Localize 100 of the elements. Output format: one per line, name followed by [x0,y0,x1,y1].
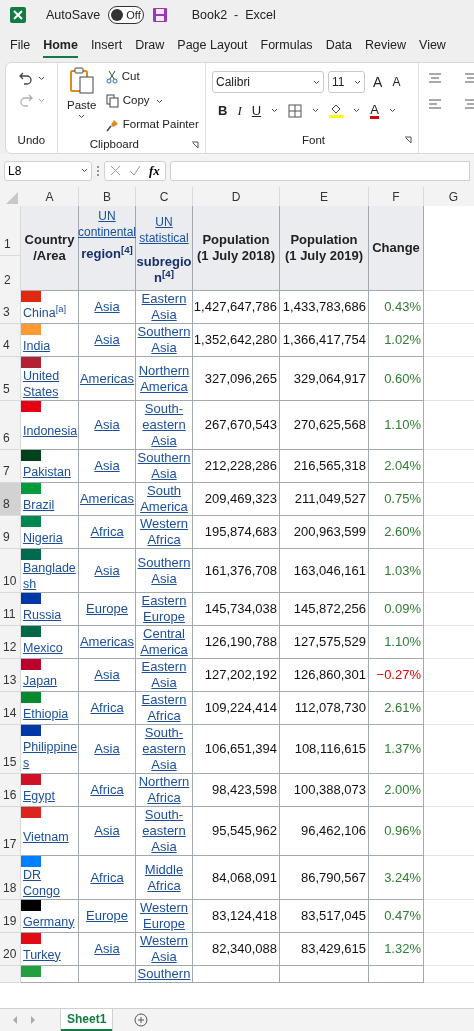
formula-input[interactable] [169,160,470,181]
format-painter-button[interactable]: Format Painter [105,114,199,136]
row-header[interactable]: 11 [0,593,21,626]
country-link[interactable]: Germany [23,913,75,930]
underline-button[interactable]: U [251,101,262,121]
continent-link[interactable]: Asia [94,741,120,757]
caret-icon[interactable] [81,168,88,173]
shrink-font-button[interactable]: A [392,73,401,91]
continent-link[interactable]: Asia [94,667,120,683]
bold-button[interactable]: B [218,101,228,121]
row-header[interactable]: 7 [0,450,21,483]
menu-tab[interactable]: Draw [135,34,165,58]
grow-font-button[interactable]: A [373,71,383,93]
row-header[interactable]: 10 [0,549,21,593]
continent-link[interactable]: Europe [86,908,128,924]
subregion-link[interactable]: Central America [137,626,191,658]
country-link[interactable]: DR Congo [23,867,78,899]
continent-link[interactable]: Africa [90,869,124,886]
country-link[interactable]: Brazil [23,496,55,513]
enter-check-icon[interactable] [129,165,141,176]
caret-icon[interactable] [353,108,361,114]
add-sheet-icon[interactable] [134,1013,149,1027]
row-header[interactable]: 4 [0,324,21,357]
row-header[interactable]: 8 [0,483,21,516]
country-link[interactable]: Bangladesh [23,560,78,592]
cut-button[interactable]: Cut [105,66,199,88]
cancel-icon[interactable] [110,165,121,176]
country-link[interactable]: Mexico [23,639,63,656]
caret-icon[interactable] [271,108,279,114]
continent-link[interactable]: Americas [79,491,135,507]
subregion-link[interactable]: Eastern Africa [137,692,191,724]
country-link[interactable]: Turkey [23,946,61,963]
country-link[interactable]: Nigeria [23,529,63,546]
country-link[interactable]: Vietnam [23,828,69,845]
font-size-field[interactable]: 11 [328,71,366,93]
save-icon[interactable] [151,7,168,23]
row-header[interactable]: 18 [0,856,21,900]
header-link[interactable]: UN continental [78,208,137,240]
insert-function-button[interactable]: fx [149,160,160,181]
copy-button[interactable]: Copy [105,90,150,112]
row-header[interactable]: 1 [0,206,21,256]
subregion-link[interactable]: Northern Africa [137,774,191,806]
subregion-link[interactable]: Southern [137,966,191,982]
subregion-link[interactable]: Western Africa [137,516,191,548]
continent-link[interactable]: Asia [94,417,120,433]
country-link[interactable]: Japan [23,672,58,689]
menu-tab[interactable]: View [419,34,446,58]
caret-icon[interactable] [354,79,362,85]
row-header[interactable]: 9 [0,516,21,549]
menu-tab[interactable]: Formulas [260,34,313,58]
subregion-link[interactable]: Eastern Asia [137,291,191,323]
caret-icon[interactable] [312,108,320,114]
continent-link[interactable]: Europe [86,601,128,617]
row-header[interactable]: 15 [0,725,21,774]
continent-link[interactable]: Africa [90,700,124,716]
row-header[interactable]: 16 [0,774,21,807]
menu-tab[interactable]: File [10,34,31,58]
menu-tab[interactable]: Insert [90,34,123,58]
subregion-link[interactable]: South-eastern Asia [137,725,191,773]
subregion-link[interactable]: South America [137,483,191,515]
font-color-button[interactable]: A [370,102,379,119]
continent-link[interactable]: Asia [94,562,120,579]
row-header[interactable]: 2 [0,256,21,291]
header-link[interactable]: UN statistical [136,214,192,246]
autosave-toggle[interactable]: Off [108,6,144,24]
borders-icon[interactable] [288,103,303,118]
continent-link[interactable]: Asia [94,823,120,839]
subregion-link[interactable]: Western Asia [137,933,191,965]
fill-color-icon[interactable] [329,103,344,119]
country-link[interactable]: China$^{[a]}$ [23,304,67,321]
subregion-link[interactable]: Eastern Asia [137,659,191,691]
country-link[interactable]: Indonesia [23,422,78,439]
continent-link[interactable]: Asia [94,941,120,957]
caret-icon[interactable] [37,75,45,81]
dialog-launcher-icon[interactable] [404,136,412,145]
paste-button[interactable]: Paste [63,65,100,136]
country-link[interactable]: Russia [23,606,62,623]
subregion-link[interactable]: South-eastern Asia [137,401,191,449]
continent-link[interactable]: Asia [94,299,120,315]
subregion-link[interactable]: Middle Africa [137,861,191,894]
continent-link[interactable]: Americas [79,370,135,387]
font-name-field[interactable]: Calibri [212,71,325,93]
row-header[interactable]: 19 [0,900,21,933]
subregion-link[interactable]: Eastern Europe [137,593,191,625]
italic-button[interactable]: I [237,101,242,121]
continent-link[interactable]: Asia [94,332,120,348]
row-header[interactable]: 17 [0,807,21,856]
row-header[interactable]: 5 [0,357,21,401]
row-header[interactable]: 12 [0,626,21,659]
sheet-tab[interactable]: Sheet1 [61,1009,113,1031]
continent-link[interactable]: Americas [79,634,135,650]
country-link[interactable]: Philippines [23,738,78,771]
country-link[interactable]: Ethiopia [23,705,69,722]
subregion-link[interactable]: Southern Asia [137,450,191,482]
more-icon[interactable] [96,164,100,177]
continent-link[interactable]: Asia [94,458,120,474]
country-link[interactable]: India [23,337,51,354]
continent-link[interactable]: Africa [90,524,124,540]
menu-tab[interactable]: Data [325,34,353,58]
subregion-link[interactable]: South-eastern Asia [137,807,191,855]
